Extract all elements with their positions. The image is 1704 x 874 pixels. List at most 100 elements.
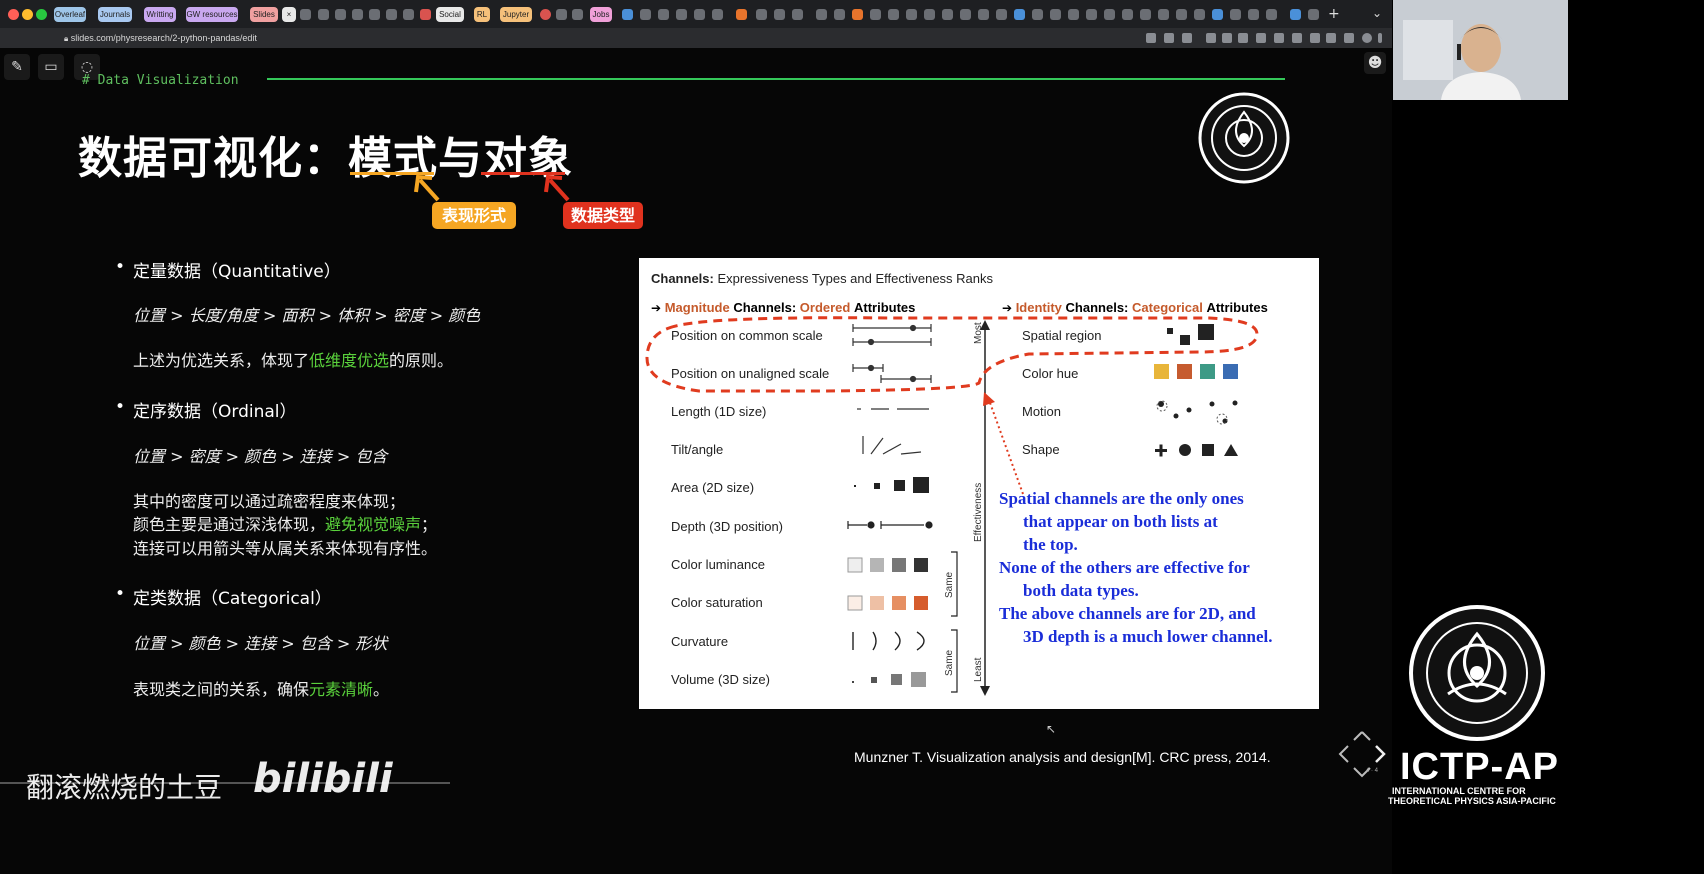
- tab-favicon[interactable]: [556, 9, 567, 20]
- url-field[interactable]: 🔒︎ slides.com/physresearch/2-python-pand…: [64, 30, 1144, 46]
- tab-favicon[interactable]: [1194, 9, 1205, 20]
- sidebar-icon[interactable]: [1344, 33, 1354, 43]
- tab-favicon[interactable]: [300, 9, 311, 20]
- github-icon[interactable]: [960, 9, 971, 20]
- close-tab-icon[interactable]: ×: [282, 7, 296, 22]
- webcam-feed: [1393, 0, 1568, 100]
- new-tab-icon[interactable]: +: [1328, 6, 1340, 22]
- tab-overleaf[interactable]: Overleaf: [54, 7, 86, 22]
- tab-favicon[interactable]: [1176, 9, 1187, 20]
- ictp-logo-large: [1409, 605, 1545, 741]
- folder-icon[interactable]: [369, 9, 380, 20]
- extension-icon[interactable]: [1164, 33, 1174, 43]
- tab-favicon[interactable]: [736, 9, 747, 20]
- tab-favicon[interactable]: [1308, 9, 1319, 20]
- tab-favicon[interactable]: [870, 9, 881, 20]
- tab-favicon[interactable]: [1290, 9, 1301, 20]
- tab-social[interactable]: Social: [436, 7, 464, 22]
- mouse-cursor-icon: ↖: [1046, 722, 1057, 736]
- extension-icon[interactable]: [1146, 33, 1156, 43]
- tag-type: 数据类型: [563, 202, 643, 229]
- folder-icon[interactable]: [335, 9, 346, 20]
- tab-jobs[interactable]: Jobs: [590, 7, 612, 22]
- folder-icon[interactable]: [386, 9, 397, 20]
- tab-favicon[interactable]: [1068, 9, 1079, 20]
- tab-favicon[interactable]: [676, 9, 687, 20]
- tab-favicon[interactable]: [888, 9, 899, 20]
- tab-favicon[interactable]: [622, 9, 633, 20]
- tab-favicon[interactable]: [540, 9, 551, 20]
- tab-jupyter[interactable]: Jupyter: [500, 7, 532, 22]
- extension-icon[interactable]: [1256, 33, 1266, 43]
- star-icon[interactable]: [1182, 33, 1192, 43]
- note-categorical: 表现类之间的关系，确保元素清晰。: [133, 680, 390, 699]
- folder-icon[interactable]: [352, 9, 363, 20]
- extension-icon[interactable]: [1274, 33, 1284, 43]
- tag-form: 表现形式: [432, 202, 516, 229]
- uploader-watermark: 翻滚燃烧的土豆: [26, 771, 223, 804]
- github-icon[interactable]: [1104, 9, 1115, 20]
- tab-gw-resources[interactable]: GW resources: [186, 7, 238, 22]
- nav-left-icon: [1338, 745, 1349, 763]
- github-icon[interactable]: [1248, 9, 1259, 20]
- tab-favicon[interactable]: [774, 9, 785, 20]
- tab-favicon[interactable]: [906, 9, 917, 20]
- note-ordinal-1: 其中的密度可以通过疏密程度来体现；: [133, 492, 406, 511]
- tab-favicon[interactable]: [572, 9, 583, 20]
- github-icon[interactable]: [978, 9, 989, 20]
- arrow-type-icon: [544, 174, 570, 202]
- annotation-line: the top.: [1023, 535, 1078, 554]
- puzzle-icon[interactable]: [1326, 33, 1336, 43]
- extension-icon[interactable]: [1222, 33, 1232, 43]
- tab-favicon[interactable]: [1230, 9, 1241, 20]
- tab-favicon[interactable]: [852, 9, 863, 20]
- github-icon[interactable]: [1086, 9, 1097, 20]
- bilibili-logo: bilibili: [253, 756, 393, 802]
- profile-icon[interactable]: [1362, 33, 1372, 43]
- tab-favicon[interactable]: [1266, 9, 1277, 20]
- tab-favicon[interactable]: [1014, 9, 1025, 20]
- tab-favicon[interactable]: [1122, 9, 1133, 20]
- order-ordinal: 位置 > 密度 > 颜色 > 连接 > 包含: [133, 447, 388, 466]
- tab-favicon[interactable]: [942, 9, 953, 20]
- present-icon[interactable]: ▭: [38, 54, 64, 80]
- maximize-window-button[interactable]: [36, 9, 47, 20]
- tab-favicon[interactable]: [1140, 9, 1151, 20]
- tab-journals[interactable]: Journals: [98, 7, 132, 22]
- chevron-down-icon[interactable]: ⌄: [1372, 6, 1382, 20]
- tab-favicon[interactable]: [816, 9, 827, 20]
- same-label: Same: [944, 649, 955, 676]
- tab-rl[interactable]: RL: [474, 7, 490, 22]
- tab-favicon[interactable]: [924, 9, 935, 20]
- github-icon[interactable]: [1158, 9, 1169, 20]
- tab-favicon[interactable]: [712, 9, 723, 20]
- extension-icon[interactable]: [1206, 33, 1216, 43]
- tab-favicon[interactable]: [1212, 9, 1223, 20]
- tab-favicon[interactable]: [834, 9, 845, 20]
- tab-writting[interactable]: Writting: [144, 7, 176, 22]
- tab-favicon[interactable]: [756, 9, 767, 20]
- tab-favicon[interactable]: [1050, 9, 1061, 20]
- extension-icon[interactable]: [1292, 33, 1302, 43]
- close-window-button[interactable]: [8, 9, 19, 20]
- tab-favicon[interactable]: [658, 9, 669, 20]
- annotation-line: Spatial channels are the only ones: [999, 489, 1244, 508]
- tab-favicon[interactable]: [640, 9, 651, 20]
- slide-navigation: [1338, 731, 1386, 778]
- github-icon[interactable]: [318, 9, 329, 20]
- minimize-window-button[interactable]: [22, 9, 33, 20]
- order-quantitative: 位置 > 长度/角度 > 面积 > 体积 > 密度 > 颜色: [133, 306, 481, 325]
- folder-icon[interactable]: [403, 9, 414, 20]
- kebab-menu-icon[interactable]: [1378, 33, 1382, 43]
- tab-favicon[interactable]: [1032, 9, 1043, 20]
- extension-icon[interactable]: [1238, 33, 1248, 43]
- annotation-line: both data types.: [1023, 581, 1139, 600]
- pencil-icon[interactable]: ✎: [4, 54, 30, 80]
- tab-favicon[interactable]: [792, 9, 803, 20]
- collaborators-icon[interactable]: ☻: [1364, 52, 1386, 74]
- tab-slides[interactable]: Slides: [250, 7, 278, 22]
- extension-icon[interactable]: [1310, 33, 1320, 43]
- github-icon[interactable]: [996, 9, 1007, 20]
- tab-favicon[interactable]: [694, 9, 705, 20]
- tab-favicon[interactable]: [420, 9, 431, 20]
